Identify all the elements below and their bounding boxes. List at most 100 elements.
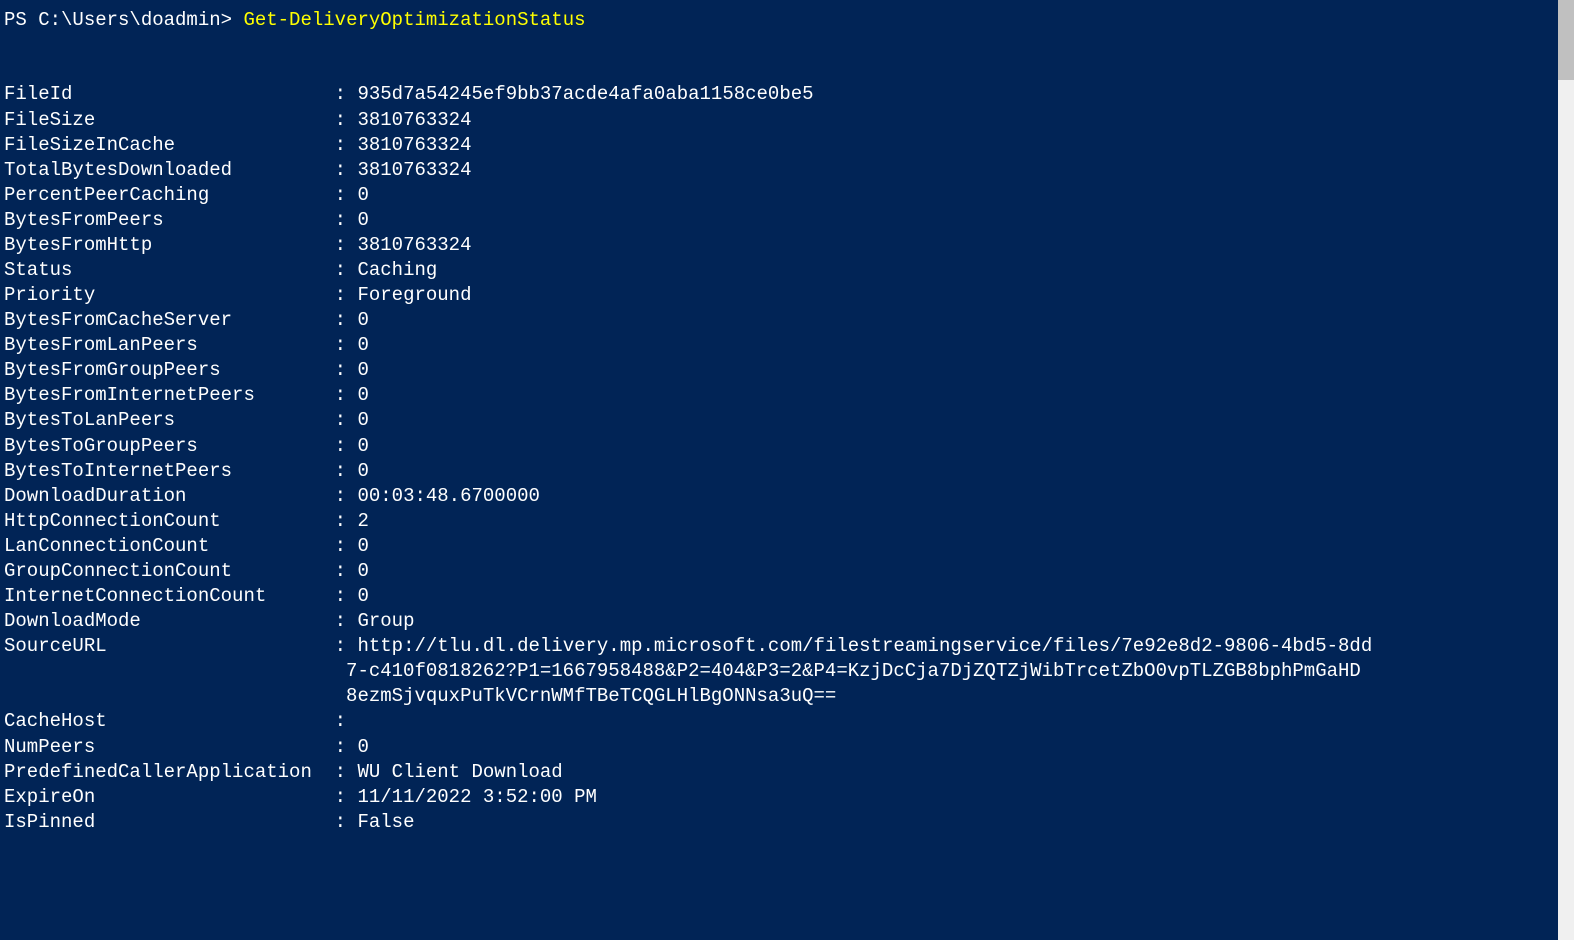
sep: : [323, 408, 357, 433]
row-bytesfromlanpeers: BytesFromLanPeers : 0 [4, 333, 1570, 358]
row-cachehost: CacheHost : [4, 709, 1570, 734]
row-ispinned: IsPinned : False [4, 810, 1570, 835]
key-bytesfrominternetpeers: BytesFromInternetPeers [4, 383, 323, 408]
row-bytestolanpeers: BytesToLanPeers : 0 [4, 408, 1570, 433]
sep: : [323, 709, 357, 734]
row-bytesfromcacheserver: BytesFromCacheServer : 0 [4, 308, 1570, 333]
sep: : [323, 283, 357, 308]
row-groupconnectioncount: GroupConnectionCount : 0 [4, 559, 1570, 584]
val-filesize: 3810763324 [357, 109, 471, 131]
val-bytesfromhttp: 3810763324 [357, 234, 471, 256]
key-status: Status [4, 258, 323, 283]
val-filesizeincache: 3810763324 [357, 134, 471, 156]
val-bytesfromcacheserver: 0 [357, 309, 368, 331]
blank-spacer [4, 33, 1570, 82]
val-bytestogrouppeers: 0 [357, 435, 368, 457]
key-ispinned: IsPinned [4, 810, 323, 835]
sep: : [323, 609, 357, 634]
key-filesize: FileSize [4, 108, 323, 133]
val-totalbytesdownloaded: 3810763324 [357, 159, 471, 181]
val-percentpeercaching: 0 [357, 184, 368, 206]
val-downloadduration: 00:03:48.6700000 [357, 485, 539, 507]
key-sourceurl: SourceURL [4, 634, 323, 659]
val-numpeers: 0 [357, 736, 368, 758]
row-bytesfrompeers: BytesFromPeers : 0 [4, 208, 1570, 233]
prompt-line[interactable]: PS C:\Users\doadmin> Get-DeliveryOptimiz… [4, 8, 1570, 33]
val-bytesfrominternetpeers: 0 [357, 384, 368, 406]
key-bytestointernetpeers: BytesToInternetPeers [4, 459, 323, 484]
sep: : [323, 735, 357, 760]
row-bytesfromgrouppeers: BytesFromGroupPeers : 0 [4, 358, 1570, 383]
row-fileid: FileId : 935d7a54245ef9bb37acde4afa0aba1… [4, 82, 1570, 107]
val-predefinedcallerapplication: WU Client Download [357, 761, 562, 783]
row-sourceurl-wrap2: 7-c410f0818262?P1=1667958488&P2=404&P3=2… [4, 659, 1570, 684]
key-downloadduration: DownloadDuration [4, 484, 323, 509]
sep: : [323, 534, 357, 559]
val-internetconnectioncount: 0 [357, 585, 368, 607]
key-internetconnectioncount: InternetConnectionCount [4, 584, 323, 609]
key-downloadmode: DownloadMode [4, 609, 323, 634]
key-httpconnectioncount: HttpConnectionCount [4, 509, 323, 534]
sep: : [323, 484, 357, 509]
sep: : [323, 509, 357, 534]
prompt-prefix: PS C:\Users\doadmin> [4, 9, 243, 31]
sep: : [323, 760, 357, 785]
scrollbar-thumb[interactable] [1558, 0, 1574, 80]
key-numpeers: NumPeers [4, 735, 323, 760]
key-totalbytesdownloaded: TotalBytesDownloaded [4, 158, 323, 183]
row-filesizeincache: FileSizeInCache : 3810763324 [4, 133, 1570, 158]
sep: : [323, 133, 357, 158]
key-expireon: ExpireOn [4, 785, 323, 810]
key-bytestogrouppeers: BytesToGroupPeers [4, 434, 323, 459]
val-status: Caching [357, 259, 437, 281]
key-bytestolanpeers: BytesToLanPeers [4, 408, 323, 433]
row-priority: Priority : Foreground [4, 283, 1570, 308]
key-bytesfrompeers: BytesFromPeers [4, 208, 323, 233]
row-sourceurl: SourceURL : http://tlu.dl.delivery.mp.mi… [4, 634, 1570, 659]
key-cachehost: CacheHost [4, 709, 323, 734]
sep: : [323, 308, 357, 333]
sep: : [323, 810, 357, 835]
vertical-scrollbar[interactable] [1558, 0, 1574, 940]
val-groupconnectioncount: 0 [357, 560, 368, 582]
row-bytestogrouppeers: BytesToGroupPeers : 0 [4, 434, 1570, 459]
sep: : [323, 584, 357, 609]
val-sourceurl-l3: 8ezmSjvquxPuTkVCrnWMfTBeTCQGLHlBgONNsa3u… [346, 685, 836, 707]
val-downloadmode: Group [357, 610, 414, 632]
sep: : [323, 634, 357, 659]
sep: : [323, 158, 357, 183]
key-bytesfromlanpeers: BytesFromLanPeers [4, 333, 323, 358]
key-lanconnectioncount: LanConnectionCount [4, 534, 323, 559]
row-predefinedcallerapplication: PredefinedCallerApplication : WU Client … [4, 760, 1570, 785]
row-bytestointernetpeers: BytesToInternetPeers : 0 [4, 459, 1570, 484]
row-expireon: ExpireOn : 11/11/2022 3:52:00 PM [4, 785, 1570, 810]
val-expireon: 11/11/2022 3:52:00 PM [357, 786, 596, 808]
sep: : [323, 82, 357, 107]
row-status: Status : Caching [4, 258, 1570, 283]
val-fileid: 935d7a54245ef9bb37acde4afa0aba1158ce0be5 [357, 83, 813, 105]
sep: : [323, 383, 357, 408]
val-sourceurl-l2: 7-c410f0818262?P1=1667958488&P2=404&P3=2… [346, 660, 1361, 682]
val-lanconnectioncount: 0 [357, 535, 368, 557]
key-bytesfromcacheserver: BytesFromCacheServer [4, 308, 323, 333]
row-internetconnectioncount: InternetConnectionCount : 0 [4, 584, 1570, 609]
sep: : [323, 785, 357, 810]
sep: : [323, 559, 357, 584]
val-httpconnectioncount: 2 [357, 510, 368, 532]
row-sourceurl-wrap3: 8ezmSjvquxPuTkVCrnWMfTBeTCQGLHlBgONNsa3u… [4, 684, 1570, 709]
row-percentpeercaching: PercentPeerCaching : 0 [4, 183, 1570, 208]
val-bytesfromlanpeers: 0 [357, 334, 368, 356]
key-bytesfromgrouppeers: BytesFromGroupPeers [4, 358, 323, 383]
row-lanconnectioncount: LanConnectionCount : 0 [4, 534, 1570, 559]
sep: : [323, 459, 357, 484]
val-sourceurl-l1: http://tlu.dl.delivery.mp.microsoft.com/… [357, 635, 1372, 657]
val-ispinned: False [357, 811, 414, 833]
sep: : [323, 358, 357, 383]
key-priority: Priority [4, 283, 323, 308]
sep: : [323, 258, 357, 283]
val-bytestointernetpeers: 0 [357, 460, 368, 482]
sep: : [323, 434, 357, 459]
sep: : [323, 183, 357, 208]
val-priority: Foreground [357, 284, 471, 306]
key-percentpeercaching: PercentPeerCaching [4, 183, 323, 208]
